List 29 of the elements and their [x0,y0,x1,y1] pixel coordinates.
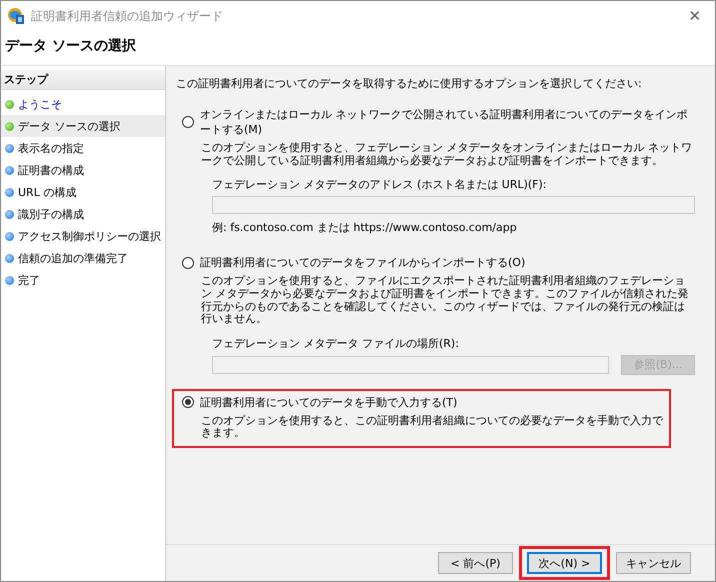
option-description: このオプションを使用すると、ファイルにエクスポートされた証明書利用者組織のフェデレーション メタデータから必要なデータおよび証明書をインポートできます。このファイルが信頼された発行元からのものであることを確認してください。このウィザードでは、ファイルの発行元の検証は行いません。 [201,275,690,326]
field-label: フェデレーション メタデータ ファイルの場所(R): [212,336,460,351]
option-description: このオプションを使用すると、この証明書利用者組織についての必要なデータを手動で入力できます。 [201,414,663,440]
step-item[interactable]: 表示名の指定 [1,137,165,159]
option-description: このオプションを使用すると、フェデレーション メタデータをオンラインまたはローカル ネットワークで公開している証明書利用者組織から必要なデータおよび証明書をインポートできます。 [201,142,693,168]
wizard-button[interactable]: < 前へ(P) [438,552,513,574]
step-item[interactable]: URL の構成 [1,181,165,203]
option-label[interactable]: オンラインまたはローカル ネットワークで公開されている証明書利用者についてのデータをインポートする(M) [200,107,695,137]
step-item[interactable]: データ ソースの選択 [1,115,165,137]
step-item[interactable]: 証明書の構成 [1,159,165,181]
wizard-button[interactable]: 次へ(N) > [527,552,602,574]
step-item[interactable]: 完了 [1,269,165,291]
step-item[interactable]: アクセス制御ポリシーの選択 [1,225,165,247]
radio-button[interactable] [182,396,194,408]
option-label[interactable]: 証明書利用者についてのデータをファイルからインポートする(O) [200,255,526,270]
field-label: フェデレーション メタデータのアドレス (ホスト名または URL)(F): [212,177,548,192]
step-item[interactable]: 識別子の構成 [1,203,165,225]
step-item[interactable]: 信頼の追加の準備完了 [1,247,165,269]
instruction-text: この証明書利用者についてのデータを取得するために使用するオプションを選択してください: [176,76,643,91]
window-title: 証明書利用者信頼の追加ウィザード [31,8,224,24]
close-button[interactable]: ✕ [675,3,715,29]
hint-text: 例: fs.contoso.com または https://www.contoso.com/app [212,220,518,236]
wizard-icon [7,7,25,25]
radio-button[interactable] [182,116,194,128]
step-item[interactable]: ようこそ [1,93,165,115]
radio-button[interactable] [182,256,194,269]
wizard-button[interactable]: キャンセル [616,552,691,574]
option-label[interactable]: 証明書利用者についてのデータを手動で入力する(T) [200,394,458,410]
steps-heading: ステップ [1,70,165,90]
